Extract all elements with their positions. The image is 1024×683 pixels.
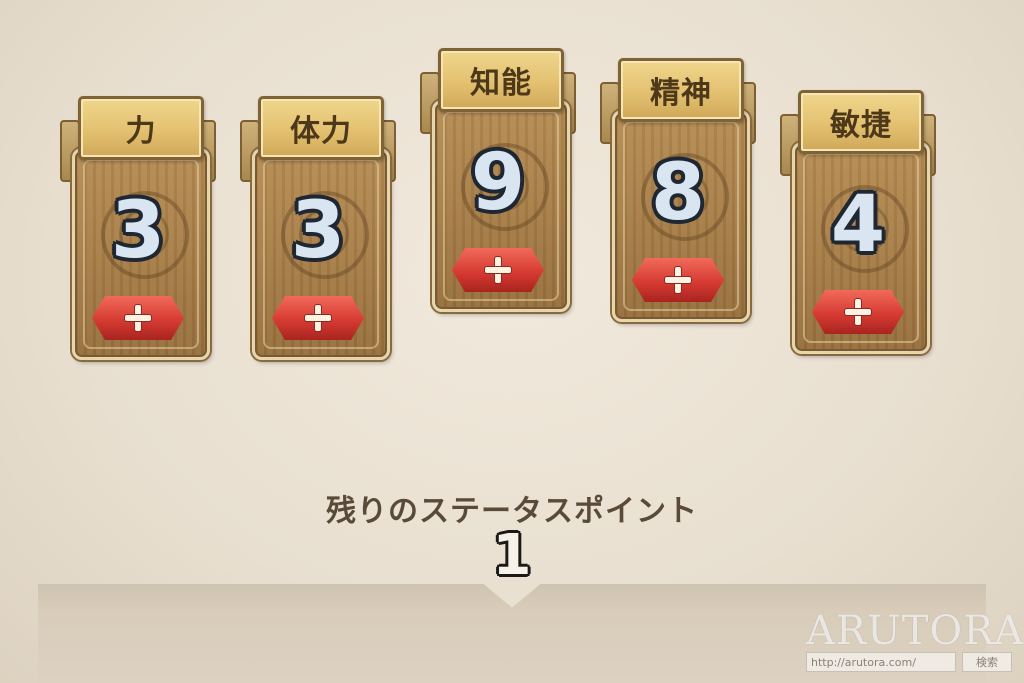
- stat-value: 4: [830, 180, 886, 270]
- remaining-points-value: 1: [492, 523, 532, 588]
- stat-label: 敏捷: [830, 108, 892, 143]
- increase-spirit-button[interactable]: [632, 258, 724, 302]
- stat-value: 3: [290, 186, 346, 276]
- plus-icon: [305, 305, 331, 331]
- stat-value: 8: [650, 148, 706, 238]
- stat-card-spirit: 精神 8: [600, 58, 756, 322]
- increase-stamina-button[interactable]: [272, 296, 364, 340]
- stat-value: 9: [470, 138, 526, 228]
- increase-intelligence-button[interactable]: [452, 248, 544, 292]
- increase-agility-button[interactable]: [812, 290, 904, 334]
- stat-value: 3: [110, 186, 166, 276]
- stat-label-plate: 体力: [258, 96, 384, 160]
- increase-strength-button[interactable]: [92, 296, 184, 340]
- plus-icon: [665, 267, 691, 293]
- stat-label: 体力: [290, 114, 352, 149]
- stat-label-plate: 力: [78, 96, 204, 160]
- stat-label: 知能: [470, 66, 532, 101]
- plus-icon: [845, 299, 871, 325]
- stat-label: 力: [125, 114, 157, 149]
- stat-label-plate: 敏捷: [798, 90, 924, 154]
- stat-label-plate: 知能: [438, 48, 564, 112]
- watermark-search-button: 検索: [962, 652, 1012, 672]
- stat-label-plate: 精神: [618, 58, 744, 122]
- stat-card-strength: 力 3: [60, 96, 216, 360]
- watermark-logo: ARUTORA: [806, 608, 1024, 654]
- plus-icon: [125, 305, 151, 331]
- stat-card-intelligence: 知能 9: [420, 48, 576, 312]
- plus-icon: [485, 257, 511, 283]
- stat-label: 精神: [650, 76, 712, 111]
- stat-card-agility: 敏捷 4: [780, 90, 936, 354]
- watermark-url: http://arutora.com/: [806, 652, 956, 672]
- stat-card-stamina: 体力 3: [240, 96, 396, 360]
